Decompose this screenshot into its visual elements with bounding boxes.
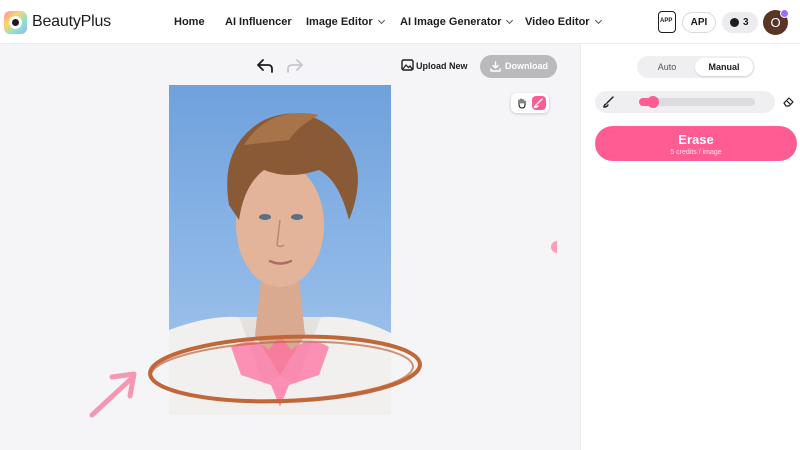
chevron-down-icon: [506, 16, 514, 25]
brush-icon: [603, 96, 614, 108]
download-button[interactable]: Download: [480, 55, 557, 78]
credits-button[interactable]: 3: [722, 12, 758, 33]
nav-video-editor[interactable]: Video Editor: [525, 16, 602, 28]
nav-video-editor-label: Video Editor: [525, 16, 590, 28]
edited-photo[interactable]: [169, 85, 391, 415]
undo-icon[interactable]: [257, 59, 273, 73]
credit-icon: [730, 18, 739, 27]
chevron-down-icon: [594, 16, 602, 25]
download-icon: [490, 61, 501, 72]
nav-ai-influencer[interactable]: AI Influencer: [225, 16, 292, 28]
erase-label: Erase: [678, 132, 714, 147]
hand-icon[interactable]: [516, 97, 528, 109]
mode-switch: Auto Manual: [637, 56, 755, 78]
app-icon[interactable]: APP: [658, 11, 676, 33]
top-header: BeautyPlus Home AI Influencer Image Edit…: [0, 0, 800, 44]
brush-size-control: [595, 91, 775, 113]
brand-name[interactable]: BeautyPlus: [32, 13, 111, 31]
app-badge-label: APP: [660, 18, 673, 24]
nav-image-editor-label: Image Editor: [306, 16, 373, 28]
upload-new-label: Upload New: [416, 61, 468, 71]
portrait-image: [169, 113, 391, 415]
chevron-down-icon: [377, 16, 385, 25]
erase-button[interactable]: Erase 5 credits / image: [595, 126, 797, 161]
brush-size-handle[interactable]: [647, 96, 660, 108]
credits-count: 3: [743, 17, 749, 28]
api-button[interactable]: API: [682, 12, 716, 33]
download-label: Download: [505, 61, 548, 71]
nav-image-editor[interactable]: Image Editor: [306, 16, 385, 28]
mode-auto-tab[interactable]: Auto: [639, 58, 695, 76]
right-panel: Auto Manual Erase 5 credits / image: [580, 44, 800, 450]
avatar-badge: [780, 9, 789, 18]
canvas-tool-switch: [511, 93, 549, 113]
brush-icon: [533, 98, 543, 109]
redo-icon[interactable]: [287, 59, 303, 73]
upload-image-icon: [401, 59, 414, 71]
mode-manual-tab[interactable]: Manual: [695, 58, 753, 76]
nav-home-label: Home: [174, 16, 205, 28]
nav-ai-influencer-label: AI Influencer: [225, 16, 292, 28]
beautyplus-logo[interactable]: [4, 11, 27, 34]
nav-ai-image-generator-label: AI Image Generator: [400, 16, 502, 28]
eraser-icon[interactable]: [782, 95, 795, 108]
brush-tool-button[interactable]: [532, 96, 546, 110]
nav-ai-image-generator[interactable]: AI Image Generator: [400, 16, 514, 28]
nav-home[interactable]: Home: [174, 16, 205, 28]
brush-size-slider[interactable]: [639, 96, 755, 108]
panel-collapse-handle[interactable]: [551, 241, 557, 253]
annotation-arrow: [89, 371, 137, 418]
erase-cost: 5 credits / image: [670, 149, 722, 156]
